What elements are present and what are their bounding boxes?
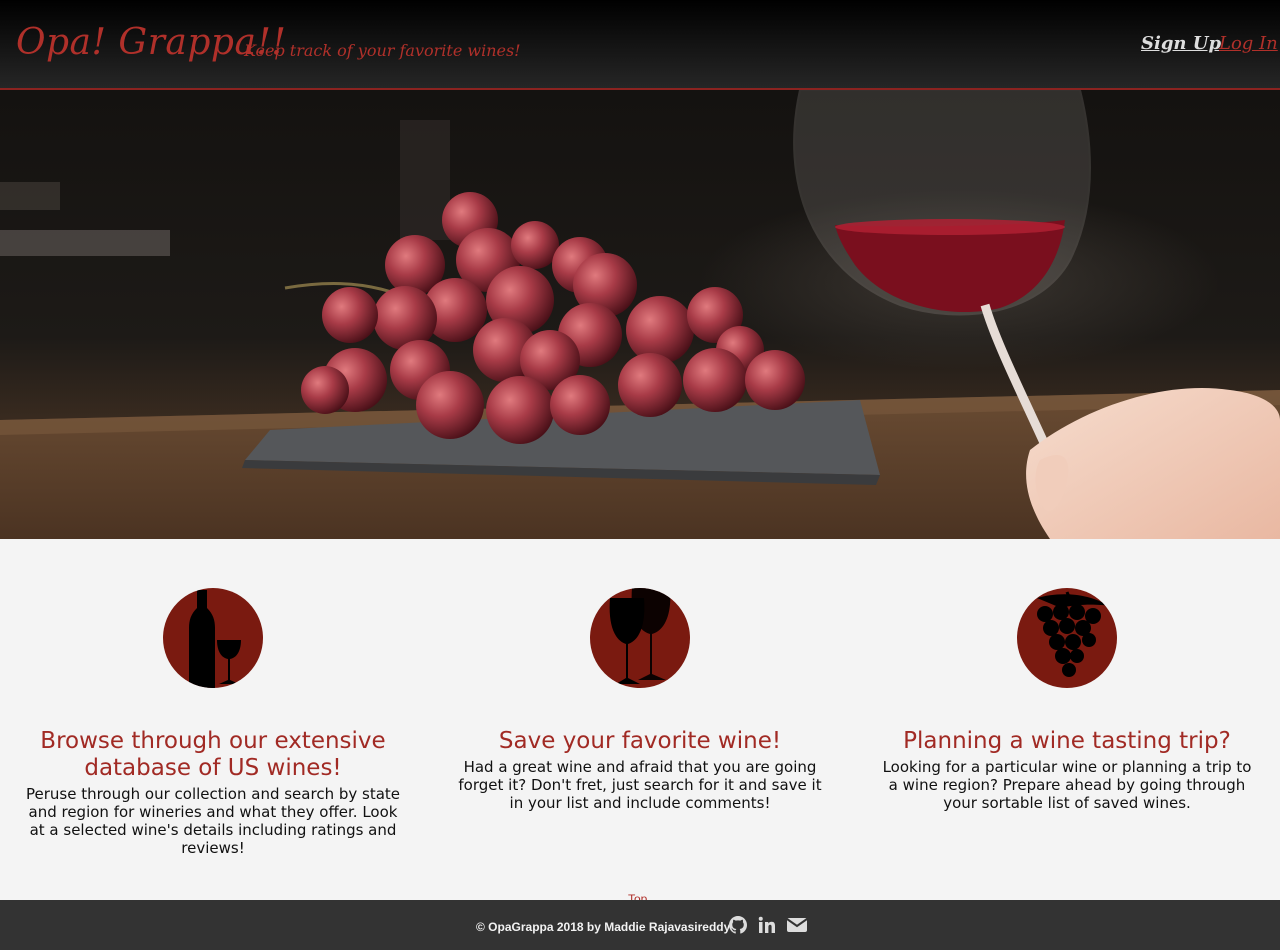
feature-title: Browse through our extensive database of… <box>40 728 386 781</box>
hero-image <box>0 90 1280 539</box>
feature-text: Had a great wine and afraid that you are… <box>458 758 822 812</box>
wine-bottle-and-glass-icon <box>163 588 263 688</box>
grapes-and-wine-illustration <box>0 90 1280 539</box>
envelope-icon[interactable] <box>786 916 808 939</box>
feature-browse: Browse through our extensive database of… <box>13 588 413 857</box>
feature-title: Save your favorite wine! <box>498 728 782 754</box>
site-header: Opa! Grappa!! Keep track of your favorit… <box>0 0 1280 90</box>
linkedin-icon[interactable] <box>758 916 776 939</box>
feature-text: Peruse through our collection and search… <box>25 785 401 857</box>
login-link[interactable]: Log In <box>1219 33 1278 54</box>
grape-cluster-icon <box>1017 588 1117 688</box>
feature-title: Planning a wine tasting trip? <box>903 728 1231 754</box>
feature-text: Looking for a particular wine or plannin… <box>882 758 1252 812</box>
feature-trip: Planning a wine tasting trip? Looking fo… <box>867 588 1267 812</box>
feature-save: Save your favorite wine! Had a great win… <box>440 588 840 812</box>
copyright-text: © OpaGrappa 2018 by Maddie Rajavasireddy <box>476 920 731 934</box>
site-footer: © OpaGrappa 2018 by Maddie Rajavasireddy <box>0 900 1280 950</box>
signup-link[interactable]: Sign Up <box>1141 33 1221 54</box>
wine-glasses-icon <box>590 588 690 688</box>
github-icon[interactable] <box>729 916 747 939</box>
tagline: Keep track of your favorite wines! <box>244 41 521 60</box>
